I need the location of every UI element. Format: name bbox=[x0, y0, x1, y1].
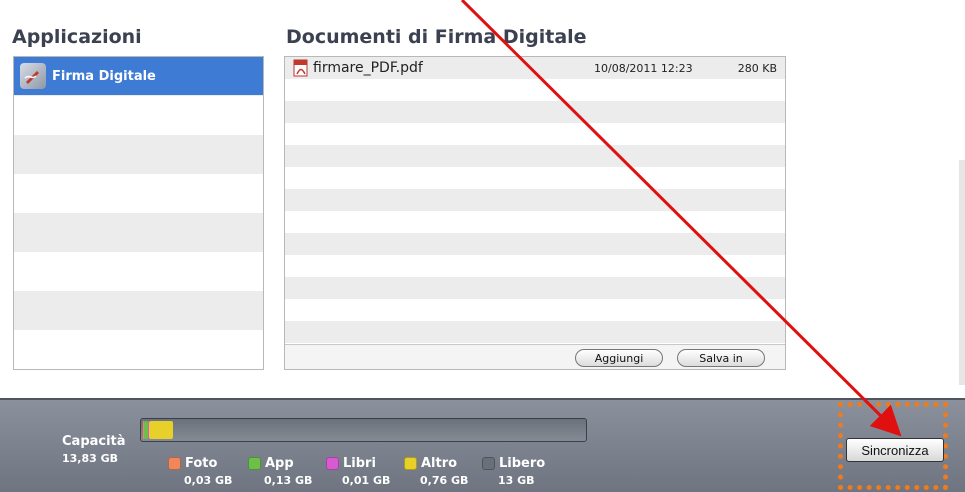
annotation-arrow bbox=[460, 0, 902, 437]
arrow-line bbox=[460, 0, 902, 437]
